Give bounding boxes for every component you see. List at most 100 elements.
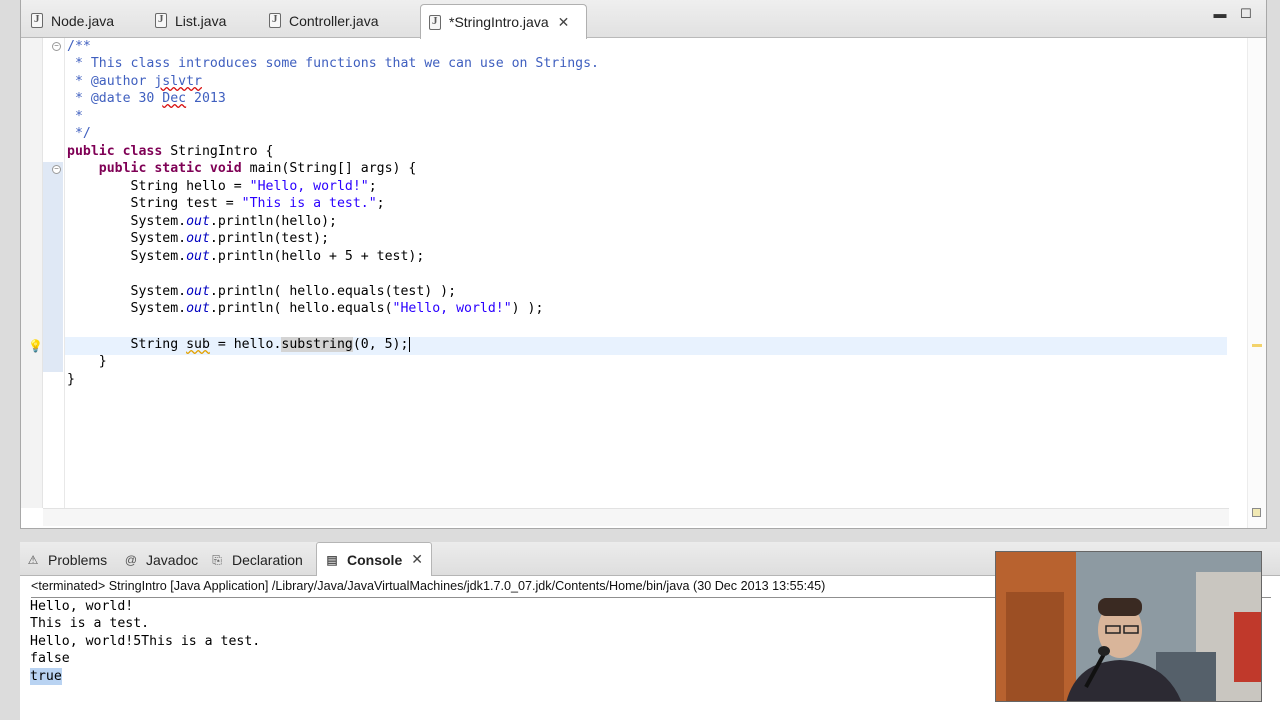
- console-icon: ▤: [326, 552, 338, 567]
- editor-pane: Node.java List.java Controller.java *Str…: [20, 0, 1267, 529]
- java-file-icon: [155, 13, 167, 28]
- code-token: */: [67, 126, 91, 141]
- tab-javadoc[interactable]: @ Javadoc: [124, 549, 198, 571]
- annotation-gutter: [21, 38, 43, 508]
- tab-controller-java[interactable]: Controller.java: [261, 4, 421, 37]
- editor-tab-strip: Node.java List.java Controller.java *Str…: [21, 0, 1266, 39]
- tab-label: Controller.java: [289, 12, 379, 29]
- minimize-button[interactable]: ▬: [1212, 6, 1228, 22]
- code-token: String: [67, 337, 187, 352]
- code-editor[interactable]: /** * This class introduces some functio…: [64, 38, 1250, 508]
- close-icon[interactable]: ✕: [411, 551, 423, 568]
- code-token: "Hello, world!": [392, 301, 512, 316]
- code-line[interactable]: public static void main(String[] args) {: [67, 160, 417, 177]
- tab-node-java[interactable]: Node.java: [23, 4, 149, 37]
- declaration-icon: ⎘: [212, 553, 222, 567]
- overview-ruler[interactable]: [1247, 38, 1266, 528]
- java-file-icon: [429, 14, 441, 30]
- close-icon[interactable]: ✕: [558, 14, 570, 31]
- tab-problems[interactable]: ⚠ Problems: [26, 549, 108, 571]
- code-token: .println( hello.equals(test) );: [209, 284, 457, 299]
- code-token: * @date 30: [67, 91, 163, 106]
- code-token: main(String[] args) {: [241, 161, 417, 176]
- code-line[interactable]: }: [67, 371, 75, 388]
- code-line[interactable]: */: [67, 125, 91, 142]
- code-line[interactable]: * This class introduces some functions t…: [67, 55, 599, 72]
- warning-marker[interactable]: [1252, 344, 1262, 347]
- console-output-line: false: [30, 651, 70, 666]
- code-token: System.: [67, 284, 187, 299]
- horizontal-scrollbar[interactable]: [43, 508, 1229, 526]
- code-token: .println(hello + 5 + test);: [209, 249, 425, 264]
- console-output-line-selected: true: [30, 668, 62, 685]
- code-token: .println(test);: [209, 231, 330, 246]
- tab-label: Declaration: [232, 552, 303, 568]
- code-token: *: [67, 109, 83, 124]
- code-token: "This is a test.": [241, 196, 377, 211]
- code-token: public class: [67, 144, 163, 159]
- code-token: = hello.: [209, 337, 282, 352]
- console-output-line: Hello, world!: [30, 599, 134, 614]
- code-line[interactable]: *: [67, 108, 83, 125]
- code-token: .println(hello);: [209, 214, 337, 229]
- code-token: ;: [368, 179, 377, 194]
- code-token: out: [186, 231, 210, 246]
- tab-console[interactable]: ▤ Console ✕: [316, 542, 432, 576]
- code-token: /**: [67, 39, 91, 54]
- webcam-overlay: [995, 551, 1262, 702]
- code-line[interactable]: /**: [67, 38, 91, 55]
- code-token: StringIntro {: [162, 144, 274, 159]
- code-token: out: [186, 249, 210, 264]
- tab-label: Node.java: [51, 12, 115, 29]
- code-line[interactable]: String hello = "Hello, world!";: [67, 178, 377, 195]
- webcam-image: [996, 552, 1261, 701]
- tab-label: Problems: [48, 552, 108, 568]
- code-token: String test =: [67, 196, 242, 211]
- code-line[interactable]: System.out.println(test);: [67, 230, 330, 247]
- tab-declaration[interactable]: ⎘ Declaration: [210, 549, 303, 571]
- scope-indicator: [43, 162, 63, 372]
- fold-collapse-icon[interactable]: −: [52, 42, 61, 51]
- tab-stringintro-java[interactable]: *StringIntro.java ✕: [420, 4, 587, 39]
- code-line[interactable]: System.out.println( hello.equals(test) )…: [67, 283, 457, 300]
- tab-label: Console: [347, 551, 403, 568]
- code-token: [409, 337, 411, 352]
- code-line[interactable]: public class StringIntro {: [67, 143, 273, 160]
- tab-list-java[interactable]: List.java: [147, 4, 261, 37]
- console-output-line: Hello, world!5This is a test.: [30, 634, 261, 649]
- code-line[interactable]: System.out.println(hello + 5 + test);: [67, 248, 425, 265]
- fold-collapse-icon[interactable]: −: [52, 165, 61, 174]
- code-line[interactable]: System.out.println(hello);: [67, 213, 337, 230]
- code-line[interactable]: System.out.println( hello.equals("Hello,…: [67, 300, 544, 317]
- code-token: out: [186, 284, 210, 299]
- console-output-line: This is a test.: [30, 616, 150, 631]
- code-line[interactable]: * @date 30 Dec 2013: [67, 90, 226, 107]
- problems-icon: ⚠: [27, 553, 39, 567]
- code-token: (0, 5);: [352, 337, 409, 352]
- code-line[interactable]: String test = "This is a test.";: [67, 195, 385, 212]
- code-token: substring: [281, 337, 353, 352]
- code-token: out: [186, 301, 210, 316]
- java-file-icon: [269, 13, 281, 28]
- code-token: .println( hello.equals(: [209, 301, 393, 316]
- code-token: String hello =: [67, 179, 250, 194]
- code-token: sub: [186, 337, 210, 352]
- code-token: public static void: [98, 161, 242, 176]
- code-line[interactable]: String sub = hello.substring(0, 5);: [67, 336, 411, 353]
- tab-label: *StringIntro.java: [449, 14, 549, 30]
- at-sign-icon: @: [124, 553, 138, 567]
- warning-lightbulb-icon[interactable]: 💡: [28, 339, 43, 353]
- code-token: ) );: [511, 301, 544, 316]
- code-token: * This class introduces some functions t…: [67, 56, 599, 71]
- maximize-button[interactable]: ☐: [1238, 6, 1254, 22]
- java-file-icon: [31, 13, 43, 28]
- code-token: System.: [67, 301, 187, 316]
- code-line[interactable]: }: [67, 353, 107, 370]
- code-token: System.: [67, 231, 187, 246]
- tab-label: List.java: [175, 12, 227, 29]
- code-token: * @author: [67, 74, 155, 89]
- code-token: "Hello, world!": [249, 179, 369, 194]
- code-token: System.: [67, 249, 187, 264]
- code-line[interactable]: * @author jslvtr: [67, 73, 202, 90]
